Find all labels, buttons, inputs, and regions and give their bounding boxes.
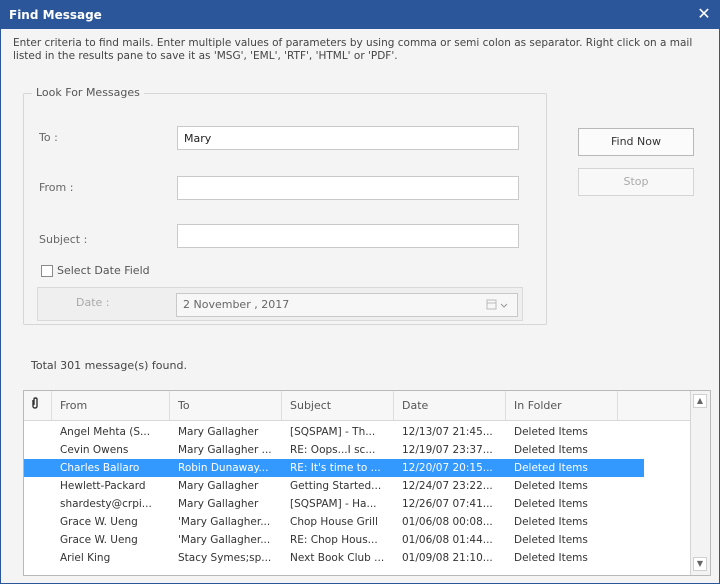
table-row[interactable]: Cevin Owens Mary Gallagher ... RE: Oops.… bbox=[24, 441, 644, 459]
to-cell: Mary Gallagher bbox=[178, 426, 259, 438]
to-cell: 'Mary Gallagher... bbox=[178, 534, 271, 546]
scroll-down-icon[interactable]: ▼ bbox=[693, 557, 707, 571]
to-cell: Mary Gallagher bbox=[178, 480, 259, 492]
from-cell: Cevin Owens bbox=[60, 444, 129, 456]
subject-cell: Getting Started... bbox=[290, 480, 382, 492]
from-cell: Charles Ballaro bbox=[60, 462, 140, 474]
results-grid: From To Subject Date In Folder Angel Meh… bbox=[23, 390, 711, 576]
dialog-title: Find Message bbox=[9, 8, 102, 22]
results-scrollbar[interactable]: ▲ ▼ bbox=[690, 391, 710, 575]
subject-cell: RE: Oops...I sc... bbox=[290, 444, 376, 456]
table-row[interactable]: shardesty@crpi... Mary Gallagher [SQSPAM… bbox=[24, 495, 644, 513]
find-now-button[interactable]: Find Now bbox=[578, 128, 694, 156]
date-cell: 12/13/07 21:45... bbox=[402, 426, 493, 438]
to-cell: Mary Gallagher ... bbox=[178, 444, 272, 456]
subject-cell: RE: Chop Hous... bbox=[290, 534, 378, 546]
to-cell: Stacy Symes;sp... bbox=[178, 552, 272, 564]
from-cell: Ariel King bbox=[60, 552, 111, 564]
calendar-dropdown-icon[interactable] bbox=[485, 298, 511, 312]
from-cell: shardesty@crpi... bbox=[60, 498, 152, 510]
date-picker[interactable]: 2 November , 2017 bbox=[176, 293, 518, 317]
from-cell: Angel Mehta (S... bbox=[60, 426, 151, 438]
stop-button[interactable]: Stop bbox=[578, 168, 694, 196]
subject-cell: Chop House Grill bbox=[290, 516, 378, 528]
find-message-dialog: Find Message ✕ Enter criteria to find ma… bbox=[0, 0, 720, 584]
folder-cell: Deleted Items bbox=[514, 516, 588, 528]
folder-cell: Deleted Items bbox=[514, 552, 588, 564]
date-cell: 12/24/07 23:22... bbox=[402, 480, 493, 492]
folder-cell: Deleted Items bbox=[514, 426, 588, 438]
table-row[interactable]: Hewlett-Packard Mary Gallagher Getting S… bbox=[24, 477, 644, 495]
date-panel: Date : 2 November , 2017 bbox=[37, 287, 523, 321]
folder-cell: Deleted Items bbox=[514, 444, 588, 456]
folder-cell: Deleted Items bbox=[514, 480, 588, 492]
instructions-text: Enter criteria to find mails. Enter mult… bbox=[13, 37, 693, 62]
subject-cell: Next Book Club ... bbox=[290, 552, 385, 564]
from-cell: Hewlett-Packard bbox=[60, 480, 146, 492]
date-cell: 01/06/08 01:44... bbox=[402, 534, 493, 546]
table-row[interactable]: Angel Mehta (S... Mary Gallagher [SQSPAM… bbox=[24, 423, 644, 441]
to-cell: Robin Dunaway... bbox=[178, 462, 269, 474]
table-row[interactable]: Ariel King Stacy Symes;sp... Next Book C… bbox=[24, 549, 644, 567]
folder-cell: Deleted Items bbox=[514, 462, 588, 474]
scroll-up-icon[interactable]: ▲ bbox=[693, 394, 707, 408]
subject-cell: [SQSPAM] - Ha... bbox=[290, 498, 377, 510]
folder-cell: Deleted Items bbox=[514, 498, 588, 510]
subject-cell: RE: It's time to ... bbox=[290, 462, 381, 474]
date-label: Date : bbox=[76, 296, 110, 309]
date-cell: 12/26/07 07:41... bbox=[402, 498, 493, 510]
subject-field[interactable] bbox=[177, 224, 519, 248]
subject-column-header[interactable]: Subject bbox=[282, 391, 394, 421]
select-date-checkbox[interactable] bbox=[41, 265, 53, 277]
subject-label: Subject : bbox=[39, 233, 88, 246]
grid-header: From To Subject Date In Folder bbox=[24, 391, 692, 421]
date-cell: 01/06/08 00:08... bbox=[402, 516, 493, 528]
attachment-column-header[interactable] bbox=[24, 391, 52, 421]
subject-cell: [SQSPAM] - Th... bbox=[290, 426, 376, 438]
from-column-header[interactable]: From bbox=[52, 391, 170, 421]
table-row-selected[interactable]: Charles Ballaro Robin Dunaway... RE: It'… bbox=[24, 459, 644, 477]
date-cell: 12/19/07 23:37... bbox=[402, 444, 493, 456]
table-row[interactable]: Grace W. Ueng 'Mary Gallagher... Chop Ho… bbox=[24, 513, 644, 531]
paperclip-icon bbox=[32, 397, 38, 409]
to-label: To : bbox=[39, 131, 58, 144]
table-row[interactable]: Grace W. Ueng 'Mary Gallagher... RE: Cho… bbox=[24, 531, 644, 549]
folder-cell: Deleted Items bbox=[514, 534, 588, 546]
calendar-dropdown-svg bbox=[486, 299, 508, 310]
to-field[interactable] bbox=[177, 126, 519, 150]
to-cell: 'Mary Gallagher... bbox=[178, 516, 271, 528]
group-title: Look For Messages bbox=[32, 86, 144, 99]
date-cell: 12/20/07 20:15... bbox=[402, 462, 493, 474]
folder-column-header[interactable]: In Folder bbox=[506, 391, 618, 421]
close-icon[interactable]: ✕ bbox=[695, 5, 713, 23]
date-cell: 01/09/08 21:10... bbox=[402, 552, 493, 564]
select-date-label: Select Date Field bbox=[57, 264, 150, 277]
from-label: From : bbox=[39, 181, 74, 194]
results-count: Total 301 message(s) found. bbox=[31, 359, 187, 372]
to-column-header[interactable]: To bbox=[170, 391, 282, 421]
empty-column-header bbox=[618, 391, 692, 421]
date-column-header[interactable]: Date bbox=[394, 391, 506, 421]
date-value: 2 November , 2017 bbox=[183, 298, 290, 311]
from-field[interactable] bbox=[177, 176, 519, 200]
title-bar: Find Message ✕ bbox=[1, 1, 719, 29]
from-cell: Grace W. Ueng bbox=[60, 534, 138, 546]
to-cell: Mary Gallagher bbox=[178, 498, 259, 510]
from-cell: Grace W. Ueng bbox=[60, 516, 138, 528]
